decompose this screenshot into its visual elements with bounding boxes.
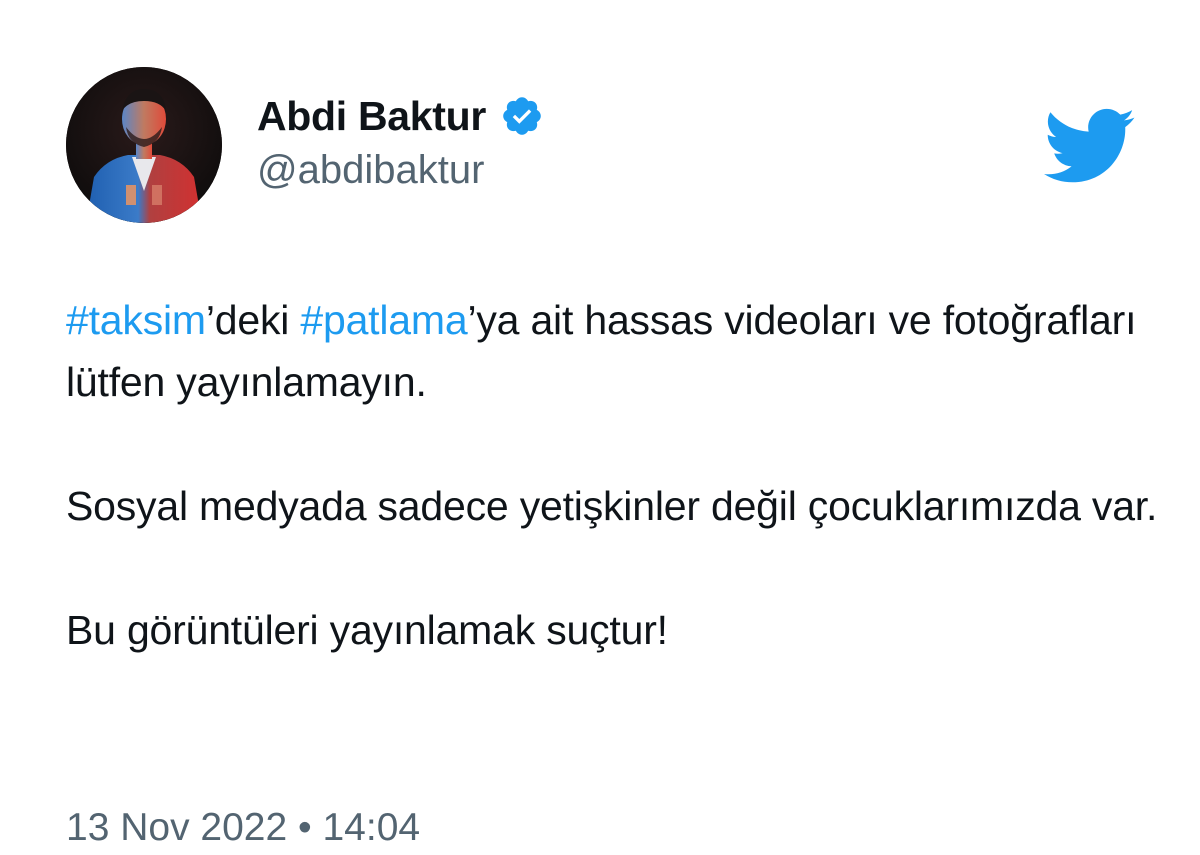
- user-handle[interactable]: @abdibaktur: [257, 148, 544, 193]
- name-row: Abdi Baktur: [257, 88, 544, 144]
- display-name[interactable]: Abdi Baktur: [257, 93, 486, 140]
- avatar-photo: [66, 67, 222, 223]
- tweet-card: Abdi Baktur @abdibaktur #taksim’deki #pa…: [0, 0, 1200, 855]
- tweet-paragraph-2: Sosyal medyada sadece yetişkinler değil …: [66, 483, 1158, 529]
- hashtag-taksim-link[interactable]: #taksim: [66, 297, 206, 343]
- twitter-bird-icon[interactable]: [1044, 108, 1136, 184]
- hashtag-patlama-link[interactable]: #patlama: [300, 297, 467, 343]
- tweet-text: #taksim’deki #patlama’ya ait hassas vide…: [66, 289, 1166, 661]
- tweet-text-segment: ’deki: [205, 297, 301, 343]
- avatar[interactable]: [66, 67, 222, 223]
- author-info[interactable]: Abdi Baktur @abdibaktur: [257, 88, 544, 193]
- tweet-paragraph-1: #taksim’deki #patlama’ya ait hassas vide…: [66, 289, 1166, 413]
- verified-badge-icon: [500, 94, 544, 138]
- tweet-paragraph-3: Bu görüntüleri yayınlamak suçtur!: [66, 607, 668, 653]
- tweet-timestamp[interactable]: 13 Nov 2022 • 14:04: [66, 806, 420, 850]
